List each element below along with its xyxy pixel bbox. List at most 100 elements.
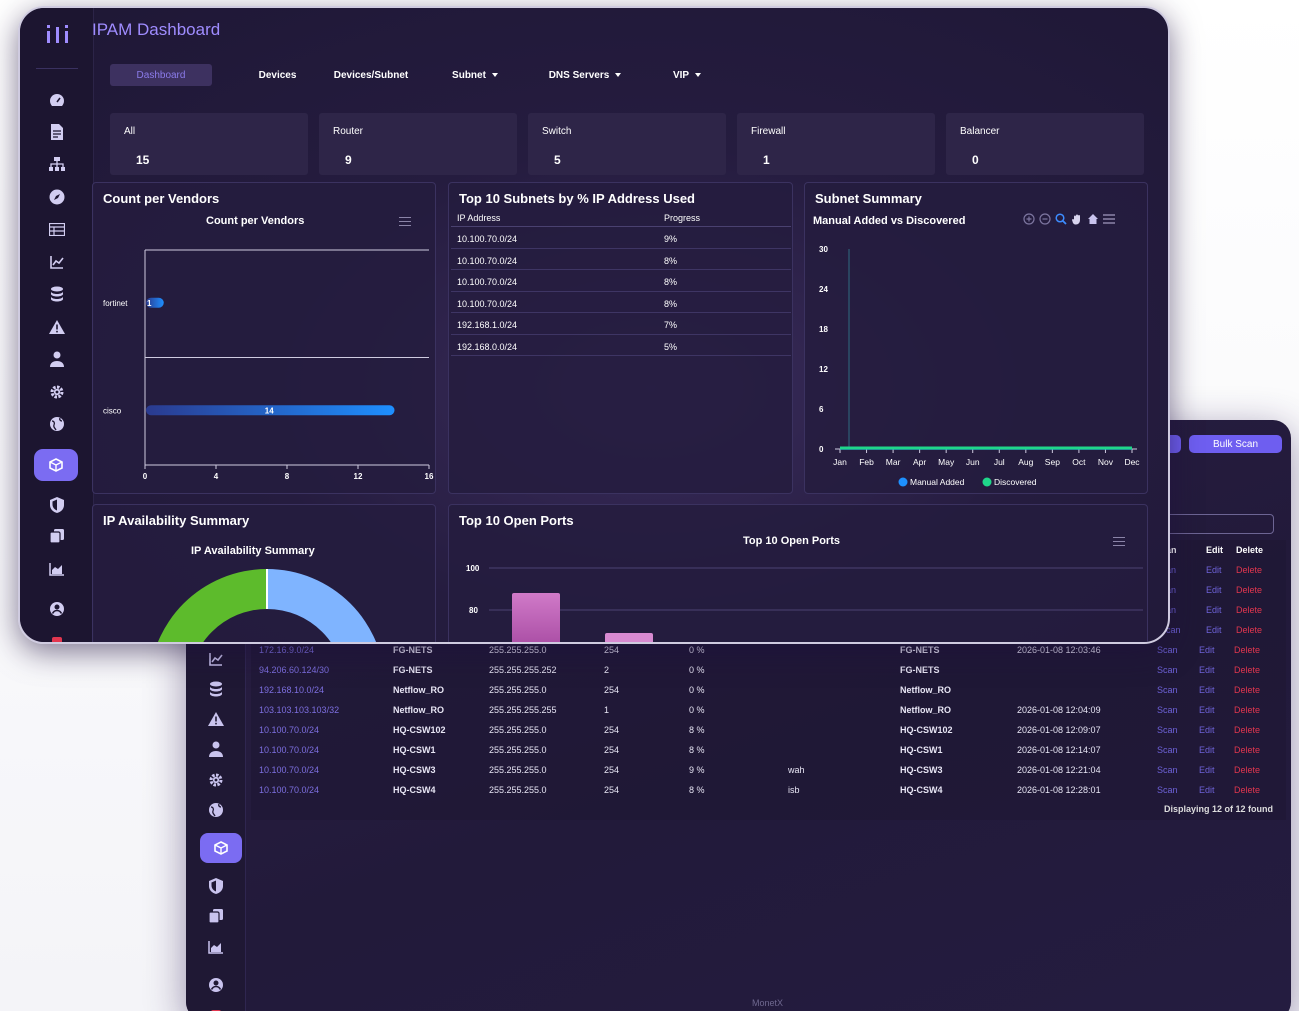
edit-link[interactable]: Edit [1206, 605, 1222, 615]
edit-link[interactable]: Edit [1206, 625, 1222, 635]
subnet-progress: 8% [664, 298, 678, 309]
subnet-ip: 10.100.70.0/24 [457, 255, 518, 266]
scan-link[interactable]: Scan [1157, 785, 1178, 795]
delete-link[interactable]: Delete [1234, 785, 1260, 795]
description: isb [788, 785, 800, 795]
delete-link[interactable]: Delete [1234, 705, 1260, 715]
sidebar-divider [36, 68, 78, 69]
globe-icon[interactable] [46, 414, 68, 434]
network-link[interactable]: 10.100.70.0/24 [259, 765, 319, 775]
delete-link[interactable]: Delete [1234, 645, 1260, 655]
warning-icon[interactable] [203, 708, 229, 730]
edit-link[interactable]: Edit [1206, 585, 1222, 595]
scan-link[interactable]: Scan [1157, 665, 1178, 675]
globe-icon[interactable] [203, 799, 229, 821]
line-chart-icon[interactable] [203, 648, 229, 670]
scan-link[interactable]: Scan [1157, 725, 1178, 735]
edit-link[interactable]: Edit [1199, 665, 1215, 675]
edit-link[interactable]: Edit [1199, 705, 1215, 715]
table-header-row: IP Address Progress [451, 211, 791, 227]
stat-value: 1 [763, 153, 770, 167]
area-chart-icon[interactable] [46, 559, 68, 579]
logout-icon[interactable] [203, 1004, 229, 1011]
subnet-usage-table: IP Address Progress 10.100.70.0/24 9% 10.1… [451, 211, 791, 356]
database-icon[interactable] [46, 284, 68, 304]
delete-link[interactable]: Delete [1234, 745, 1260, 755]
edit-link[interactable]: Edit [1199, 725, 1215, 735]
nav-vip[interactable]: VIP [662, 64, 712, 86]
network-link[interactable]: 10.100.70.0/24 [259, 785, 319, 795]
network-link[interactable]: 94.206.60.124/30 [259, 665, 329, 675]
delete-link[interactable]: Delete [1236, 565, 1262, 575]
nav-label: Devices [258, 69, 297, 81]
dashboard-icon[interactable] [46, 90, 68, 110]
scan-link[interactable]: Scan [1157, 745, 1178, 755]
x-tick-label: 4 [214, 472, 219, 481]
delete-link[interactable]: Delete [1234, 765, 1260, 775]
chevron-down-icon [615, 73, 622, 77]
scan-link[interactable]: Scan [1157, 765, 1178, 775]
shield-icon[interactable] [46, 495, 68, 515]
edit-link[interactable]: Edit [1199, 745, 1215, 755]
stat-card-router: Router 9 [319, 113, 517, 175]
host-count: 254 [604, 685, 620, 695]
sitemap-icon[interactable] [46, 154, 68, 174]
gear-icon[interactable] [46, 382, 68, 402]
delete-link[interactable]: Delete [1236, 605, 1262, 615]
compass-icon[interactable] [46, 187, 68, 207]
device-name-2: HQ-CSW102 [900, 725, 953, 735]
delete-link[interactable]: Delete [1234, 725, 1260, 735]
area-chart-icon[interactable] [203, 936, 229, 958]
x-tick-label: 12 [354, 472, 363, 481]
network-link[interactable]: 103.103.103.103/32 [259, 705, 339, 715]
scan-link[interactable]: Scan [1157, 705, 1178, 715]
stat-card-firewall: Firewall 1 [737, 113, 935, 175]
edit-link[interactable]: Edit [1199, 785, 1215, 795]
edit-link[interactable]: Edit [1199, 645, 1215, 655]
delete-link[interactable]: Delete [1236, 585, 1262, 595]
user-icon[interactable] [203, 738, 229, 760]
nav-dns-servers[interactable]: DNS Servers [540, 64, 630, 86]
document-icon[interactable] [46, 122, 68, 142]
gear-icon[interactable] [203, 769, 229, 791]
footer-brand: MonetX [752, 998, 784, 1008]
table-icon[interactable] [46, 219, 68, 239]
network-link[interactable]: 10.100.70.0/24 [259, 725, 319, 735]
account-circle-icon[interactable] [203, 974, 229, 996]
bulk-scan-button[interactable]: Bulk Scan [1189, 435, 1282, 453]
edit-link[interactable]: Edit [1199, 765, 1215, 775]
edit-link[interactable]: Edit [1199, 685, 1215, 695]
account-circle-icon[interactable] [46, 599, 68, 619]
subnet-mask: 255.255.255.252 [489, 665, 557, 675]
x-tick-label: Jun [966, 457, 980, 467]
cube-icon[interactable] [200, 833, 242, 863]
network-link[interactable]: 192.168.10.0/24 [259, 685, 324, 695]
device-name-2: HQ-CSW1 [900, 745, 943, 755]
nav-devices-subnet[interactable]: Devices/Subnet [310, 64, 432, 86]
warning-icon[interactable] [46, 317, 68, 337]
nav-dashboard[interactable]: Dashboard [110, 64, 212, 86]
delete-link[interactable]: Delete [1234, 665, 1260, 675]
nav-label: Subnet [452, 69, 486, 81]
cube-icon[interactable] [34, 449, 78, 481]
table-row: 10.100.70.0/24 HQ-CSW4 255.255.255.0 254 8 %… [251, 780, 1286, 800]
device-name-2: FG-NETS [900, 665, 940, 675]
network-link[interactable]: 10.100.70.0/24 [259, 745, 319, 755]
edit-link[interactable]: Edit [1206, 565, 1222, 575]
device-name: HQ-CSW102 [393, 725, 446, 735]
network-link[interactable]: 172.16.9.0/24 [259, 645, 314, 655]
delete-link[interactable]: Delete [1234, 685, 1260, 695]
nav-subnet[interactable]: Subnet [440, 64, 510, 86]
user-icon[interactable] [46, 349, 68, 369]
line-chart-icon[interactable] [46, 252, 68, 272]
copy-icon[interactable] [203, 905, 229, 927]
pdf-icon[interactable] [46, 632, 68, 642]
device-name: Netflow_RO [393, 685, 445, 695]
delete-link[interactable]: Delete [1236, 625, 1262, 635]
scan-link[interactable]: Scan [1157, 645, 1178, 655]
scan-link[interactable]: Scan [1157, 685, 1178, 695]
shield-icon[interactable] [203, 875, 229, 897]
nav-label: Devices/Subnet [333, 69, 409, 81]
database-icon[interactable] [203, 678, 229, 700]
copy-icon[interactable] [46, 526, 68, 546]
